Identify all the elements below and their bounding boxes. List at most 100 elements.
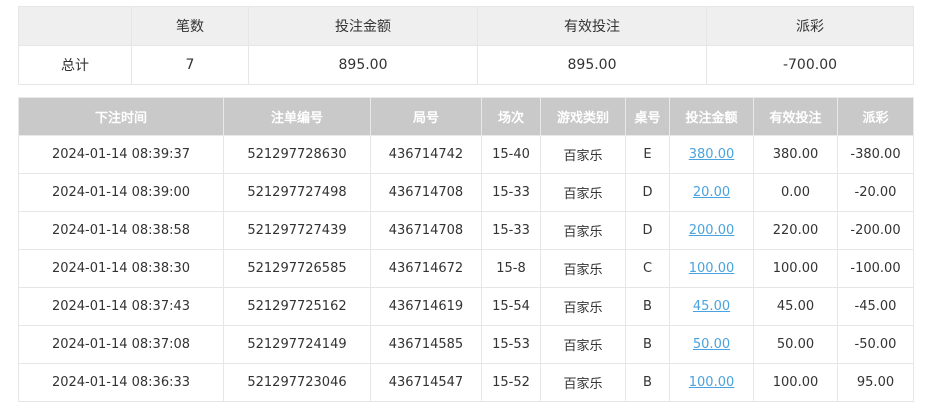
table-row: 2024-01-14 08:38:58 521297727439 4367147… (18, 211, 914, 250)
cell-session: 15-33 (481, 173, 541, 212)
cell-order-no: 521297726585 (223, 249, 371, 288)
bet-amount-link[interactable]: 380.00 (689, 147, 735, 162)
cell-session: 15-33 (481, 211, 541, 250)
cell-round-no: 436714585 (370, 325, 482, 364)
cell-table-no: B (625, 325, 670, 364)
header-game-type: 游戏类别 (540, 97, 626, 136)
cell-bet-time: 2024-01-14 08:36:33 (18, 363, 224, 402)
cell-round-no: 436714742 (370, 135, 482, 174)
bet-amount-link[interactable]: 100.00 (689, 261, 735, 276)
detail-header-row: 下注时间 注单编号 局号 场次 游戏类别 桌号 投注金额 有效投注 派彩 (18, 97, 914, 136)
cell-session: 15-40 (481, 135, 541, 174)
bet-amount-link[interactable]: 50.00 (693, 337, 730, 352)
cell-payout: -50.00 (837, 325, 914, 364)
cell-bet-amount: 50.00 (669, 325, 754, 364)
cell-game-type: 百家乐 (540, 249, 626, 288)
cell-valid-bet: 50.00 (753, 325, 838, 364)
cell-table-no: B (625, 363, 670, 402)
bet-amount-link[interactable]: 20.00 (693, 185, 730, 200)
cell-session: 15-53 (481, 325, 541, 364)
cell-bet-amount: 100.00 (669, 249, 754, 288)
cell-round-no: 436714672 (370, 249, 482, 288)
cell-table-no: D (625, 211, 670, 250)
cell-payout: -100.00 (837, 249, 914, 288)
cell-game-type: 百家乐 (540, 211, 626, 250)
cell-bet-time: 2024-01-14 08:38:58 (18, 211, 224, 250)
cell-bet-time: 2024-01-14 08:39:00 (18, 173, 224, 212)
cell-valid-bet: 45.00 (753, 287, 838, 326)
cell-bet-amount: 100.00 (669, 363, 754, 402)
table-row: 2024-01-14 08:39:37 521297728630 4367147… (18, 135, 914, 174)
table-row: 2024-01-14 08:37:43 521297725162 4367146… (18, 287, 914, 326)
header-round-no: 局号 (370, 97, 482, 136)
cell-game-type: 百家乐 (540, 363, 626, 402)
cell-round-no: 436714708 (370, 211, 482, 250)
cell-payout: -380.00 (837, 135, 914, 174)
header-session: 场次 (481, 97, 541, 136)
table-row: 2024-01-14 08:38:30 521297726585 4367146… (18, 249, 914, 288)
bet-amount-link[interactable]: 200.00 (689, 223, 735, 238)
cell-bet-time: 2024-01-14 08:37:43 (18, 287, 224, 326)
summary-valid-bet: 895.00 (477, 45, 707, 85)
summary-row-label: 总计 (18, 45, 132, 85)
cell-payout: -45.00 (837, 287, 914, 326)
summary-header-blank (18, 6, 132, 46)
header-table-no: 桌号 (625, 97, 670, 136)
cell-table-no: D (625, 173, 670, 212)
cell-game-type: 百家乐 (540, 135, 626, 174)
summary-count: 7 (131, 45, 249, 85)
cell-valid-bet: 100.00 (753, 249, 838, 288)
summary-header-count: 笔数 (131, 6, 249, 46)
summary-table: 笔数 投注金额 有效投注 派彩 总计 7 895.00 895.00 -700.… (18, 6, 914, 85)
cell-game-type: 百家乐 (540, 325, 626, 364)
summary-header-payout: 派彩 (706, 6, 914, 46)
cell-bet-amount: 45.00 (669, 287, 754, 326)
cell-table-no: B (625, 287, 670, 326)
cell-bet-amount: 380.00 (669, 135, 754, 174)
cell-order-no: 521297724149 (223, 325, 371, 364)
header-valid-bet: 有效投注 (753, 97, 838, 136)
header-bet-amount: 投注金额 (669, 97, 754, 136)
cell-game-type: 百家乐 (540, 287, 626, 326)
cell-session: 15-54 (481, 287, 541, 326)
cell-order-no: 521297725162 (223, 287, 371, 326)
cell-session: 15-52 (481, 363, 541, 402)
summary-bet-amount: 895.00 (248, 45, 478, 85)
header-payout: 派彩 (837, 97, 914, 136)
cell-order-no: 521297727439 (223, 211, 371, 250)
table-row: 2024-01-14 08:39:00 521297727498 4367147… (18, 173, 914, 212)
cell-bet-time: 2024-01-14 08:39:37 (18, 135, 224, 174)
cell-bet-amount: 200.00 (669, 211, 754, 250)
cell-valid-bet: 380.00 (753, 135, 838, 174)
cell-table-no: E (625, 135, 670, 174)
cell-bet-time: 2024-01-14 08:38:30 (18, 249, 224, 288)
cell-round-no: 436714708 (370, 173, 482, 212)
cell-order-no: 521297727498 (223, 173, 371, 212)
summary-header-row: 笔数 投注金额 有效投注 派彩 (18, 6, 914, 46)
cell-payout: -20.00 (837, 173, 914, 212)
table-row: 2024-01-14 08:36:33 521297723046 4367145… (18, 363, 914, 402)
bet-detail-table: 下注时间 注单编号 局号 场次 游戏类别 桌号 投注金额 有效投注 派彩 202… (18, 97, 914, 402)
cell-payout: 95.00 (837, 363, 914, 402)
cell-payout: -200.00 (837, 211, 914, 250)
bet-amount-link[interactable]: 45.00 (693, 299, 730, 314)
cell-bet-time: 2024-01-14 08:37:08 (18, 325, 224, 364)
cell-game-type: 百家乐 (540, 173, 626, 212)
cell-session: 15-8 (481, 249, 541, 288)
cell-bet-amount: 20.00 (669, 173, 754, 212)
cell-round-no: 436714547 (370, 363, 482, 402)
cell-order-no: 521297728630 (223, 135, 371, 174)
summary-header-valid-bet: 有效投注 (477, 6, 707, 46)
summary-total-row: 总计 7 895.00 895.00 -700.00 (18, 45, 914, 85)
cell-round-no: 436714619 (370, 287, 482, 326)
header-order-no: 注单编号 (223, 97, 371, 136)
cell-valid-bet: 100.00 (753, 363, 838, 402)
bet-amount-link[interactable]: 100.00 (689, 375, 735, 390)
cell-valid-bet: 220.00 (753, 211, 838, 250)
cell-order-no: 521297723046 (223, 363, 371, 402)
summary-header-bet-amount: 投注金额 (248, 6, 478, 46)
summary-payout: -700.00 (706, 45, 914, 85)
header-bet-time: 下注时间 (18, 97, 224, 136)
cell-valid-bet: 0.00 (753, 173, 838, 212)
cell-table-no: C (625, 249, 670, 288)
